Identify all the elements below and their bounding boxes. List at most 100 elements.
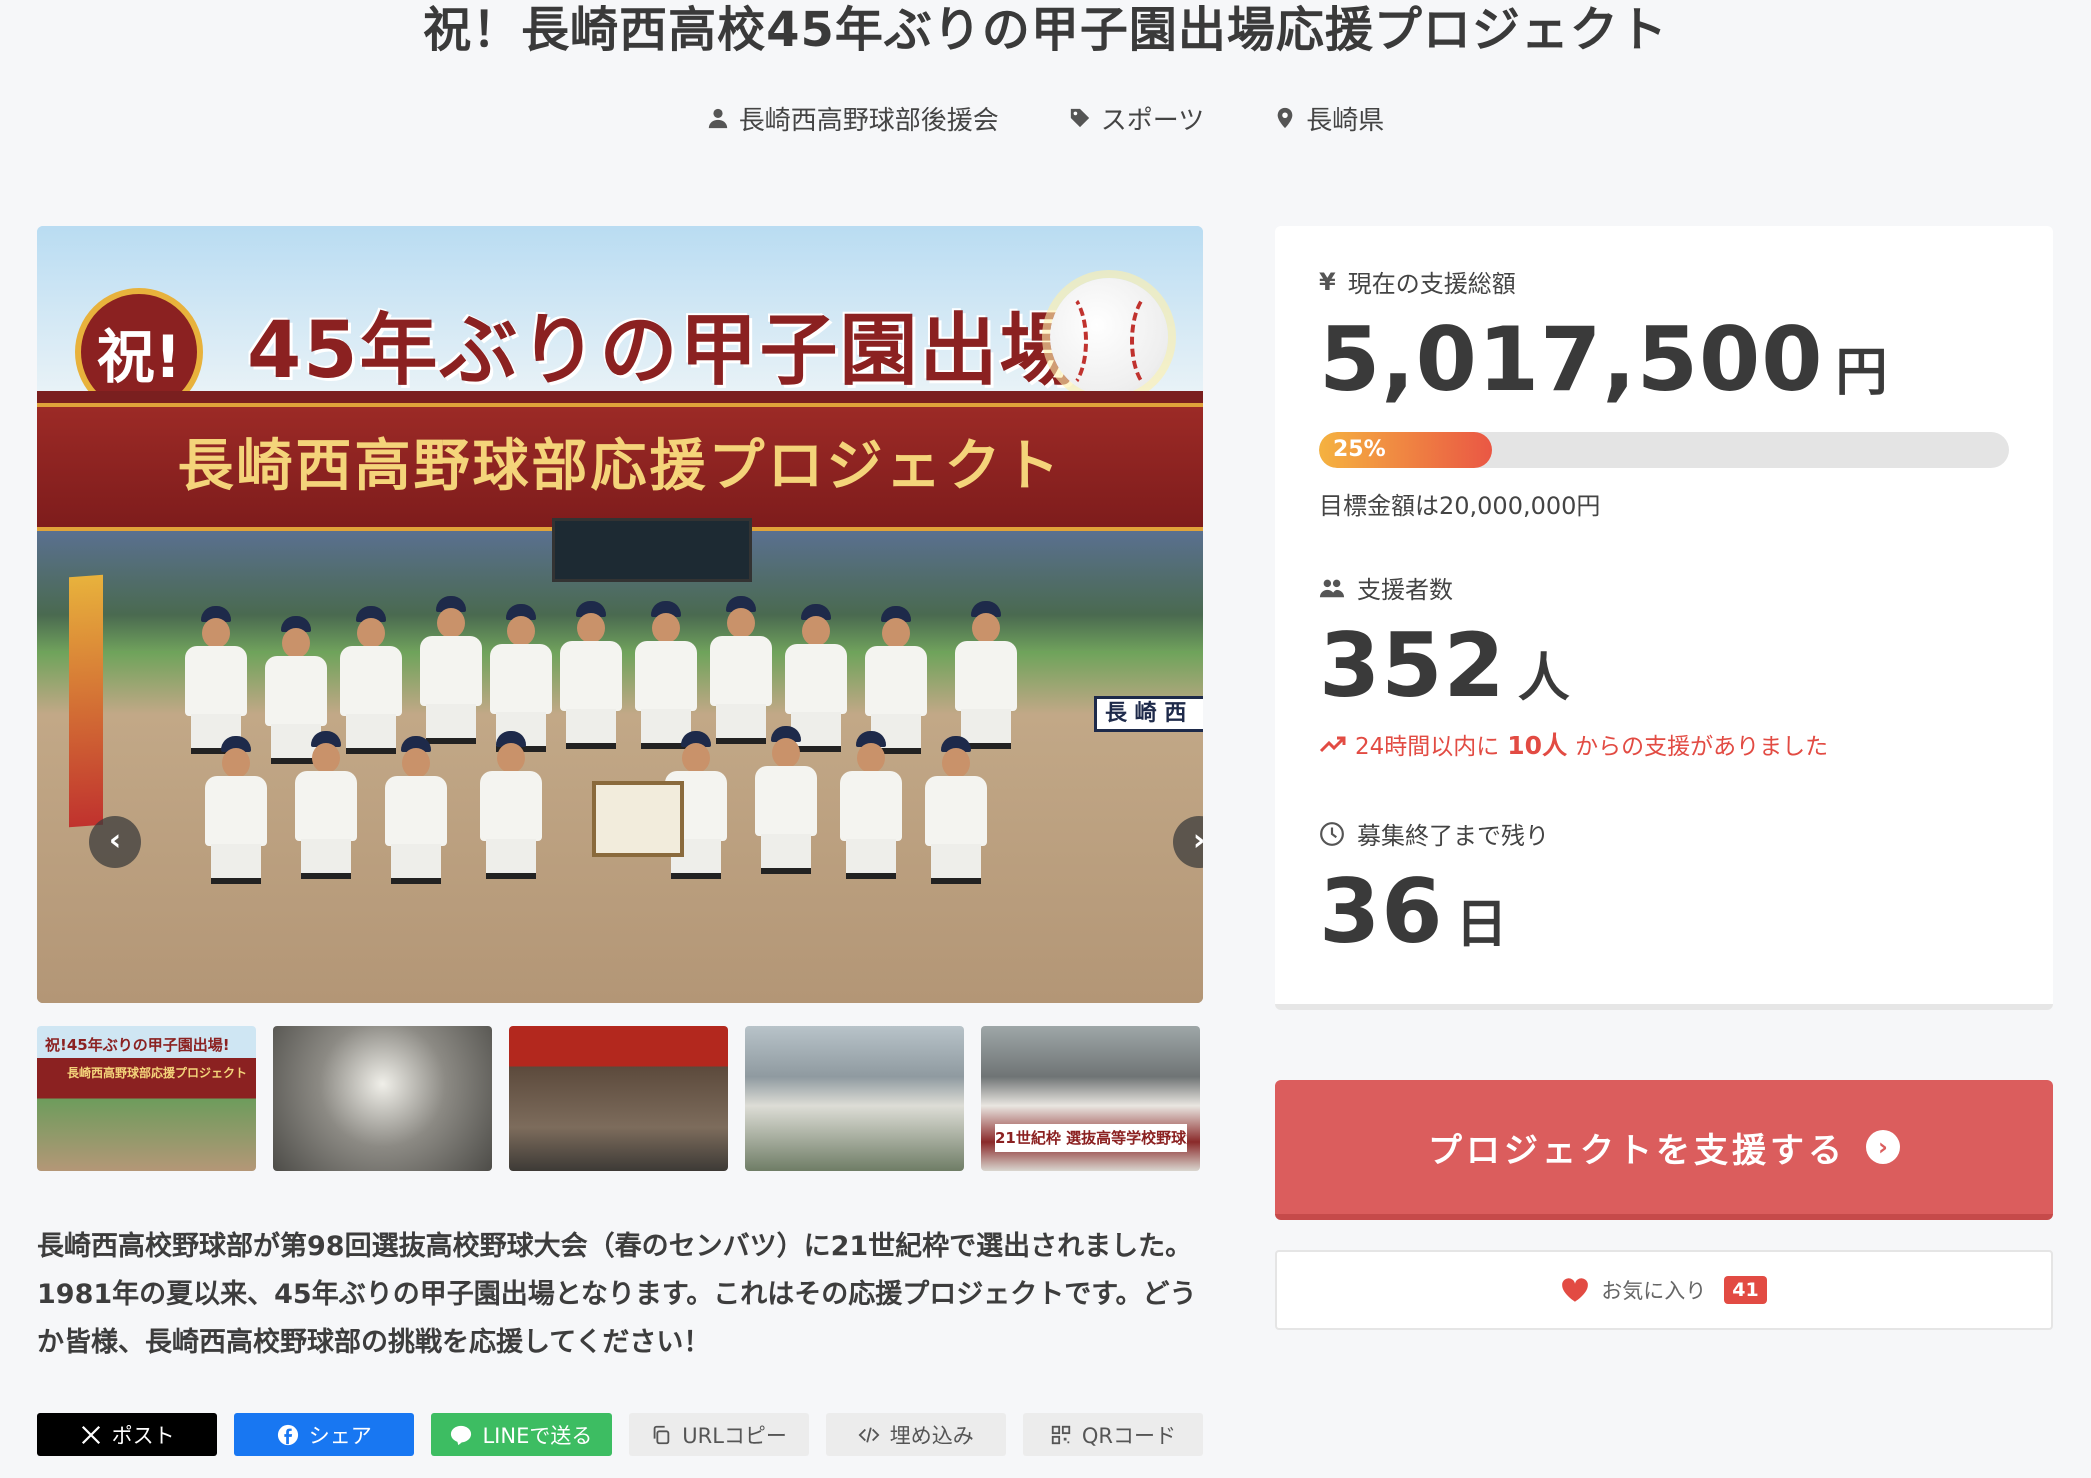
thumbnail-3[interactable] [509,1026,728,1171]
funding-stats-card: ¥ 現在の支援総額 5,017,500 円 25% 目標金額は20,000,000… [1275,226,2053,1010]
copy-icon [653,1425,670,1444]
player [702,596,780,746]
amount-unit: 円 [1835,343,1888,403]
certificate [592,781,684,857]
thumbnail-2[interactable] [273,1026,492,1171]
project-meta: 長崎西高野球部後援会 スポーツ 長崎県 [0,96,2091,140]
heart-icon [1562,1278,1589,1302]
meta-category[interactable]: スポーツ [1069,100,1204,137]
hero-band: 長崎西高野球部応援プロジェクト [37,403,1203,531]
facebook-icon [277,1424,298,1445]
goal-amount: 目標金額は20,000,000円 [1319,492,1601,520]
thumbnail-4[interactable] [745,1026,964,1171]
player [627,601,705,751]
embed-label: 埋め込み [889,1423,974,1448]
share-facebook-button[interactable]: シェア [234,1413,415,1456]
trend-suffix: からの支援がありました [1575,734,1829,760]
clock-icon [1320,821,1344,846]
meta-owner[interactable]: 長崎西高野球部後援会 [707,100,999,137]
meta-location[interactable]: 長崎県 [1274,100,1384,137]
support-project-label: プロジェクトを支援する [1428,1130,1846,1171]
embed-button[interactable]: 埋め込み [825,1413,1006,1456]
player [287,731,365,881]
player [412,596,490,746]
page-title: 祝！長崎西高校45年ぶりの甲子園出場応援プロジェクト [423,2,1668,58]
users-icon [1319,579,1345,597]
hero-image[interactable]: 祝! 45年ぶりの甲子園出場! 長崎西高野球部応援プロジェクト 長 崎 西 ‹ … [37,226,1203,1003]
pennant-flag [69,574,103,828]
arrow-right-circle-icon: › [1866,1130,1900,1164]
thumbnail-5[interactable]: 21世紀枠 選抜高等学校野球大会出場 [981,1026,1200,1171]
team-photo [137,566,1127,936]
player [177,606,255,756]
share-bar: ポスト シェア LINEで送る URLコピー 埋め込み QRコード [37,1413,1204,1456]
x-logo-icon [81,1425,100,1444]
amount-label-text: 現在の支援総額 [1347,270,1516,298]
amount-label: ¥ 現在の支援総額 [1319,264,1516,299]
supporters-value: 352 人 [1319,614,1570,717]
yen-icon: ¥ [1319,267,1336,296]
qr-code-button[interactable]: QRコード [1022,1413,1204,1456]
trend-count: 10人 [1507,731,1568,760]
player [197,736,275,886]
qr-code-icon [1051,1425,1071,1444]
thumbnail-strip: 祝!45年ぶりの甲子園出場! 長崎西高野球部応援プロジェクト 21世紀枠 選抜高… [37,1026,1203,1171]
trend-prefix: 24時間以内に [1355,734,1500,760]
support-project-button[interactable]: プロジェクトを支援する › [1275,1080,2053,1220]
tag-icon [1070,108,1089,128]
player [747,726,825,876]
share-facebook-label: シェア [308,1423,372,1448]
project-description: 長崎西高校野球部が第98回選抜高校野球大会（春のセンバツ）に21世紀枠で選出され… [37,1231,1197,1358]
supporters-unit: 人 [1517,649,1570,709]
share-x-label: ポスト [111,1423,175,1448]
hero-headline: 45年ぶりの甲子園出場! [247,306,1118,396]
player [832,731,910,881]
player [917,736,995,886]
player [947,601,1025,751]
thumbnail-caption: 21世紀枠 選抜高等学校野球大会出場 [995,1124,1187,1152]
hero-subtitle: 長崎西高野球部応援プロジェクト [177,434,1063,499]
amount-value: 5,017,500 円 [1319,308,1888,411]
player [552,601,630,751]
hero-band-top [37,391,1203,403]
thumbnail-1[interactable]: 祝!45年ぶりの甲子園出場! 長崎西高野球部応援プロジェクト [37,1026,256,1171]
share-x-button[interactable]: ポスト [37,1413,218,1456]
school-sign: 長 崎 西 [1094,696,1203,732]
share-line-label: LINEで送る [482,1423,593,1448]
progress-percent: 25% [1333,437,1386,462]
amount-number: 5,017,500 [1319,308,1824,411]
remaining-label-text: 募集終了まで残り [1357,822,1549,850]
remaining-value: 36 日 [1319,860,1507,963]
supporters-label: 支援者数 [1319,570,1453,605]
supporters-label-text: 支援者数 [1357,576,1453,604]
carousel-prev-button[interactable]: ‹ [89,816,141,868]
meta-category-label: スポーツ [1100,105,1205,136]
map-pin-icon [1277,107,1293,129]
favorite-button[interactable]: お気に入り 41 [1275,1250,2053,1330]
supporters-number: 352 [1319,614,1506,717]
user-icon [708,108,727,129]
remaining-number: 36 [1319,860,1444,963]
player [377,736,455,886]
copy-url-button[interactable]: URLコピー [628,1413,809,1456]
remaining-label: 募集終了まで残り [1319,816,1549,851]
share-line-button[interactable]: LINEで送る [431,1413,612,1456]
favorite-count-badge: 41 [1724,1276,1767,1304]
code-icon [858,1426,880,1443]
remaining-unit: 日 [1455,895,1508,955]
thumbnail-caption: 祝!45年ぶりの甲子園出場! [45,1036,230,1054]
qr-code-label: QRコード [1081,1423,1176,1448]
player [472,731,550,881]
chevron-left-icon: ‹ [108,823,122,858]
progress-fill: 25% [1319,432,1492,468]
recent-support-notice: 24時間以内に 10人 からの支援がありました [1319,726,1828,762]
meta-location-label: 長崎県 [1306,105,1385,136]
thumbnail-subcaption: 長崎西高野球部応援プロジェクト [67,1066,248,1080]
line-icon [451,1425,472,1445]
trending-up-icon [1319,736,1346,753]
chevron-right-icon: › [1193,823,1203,858]
baseball-icon [1050,278,1168,396]
favorite-label: お気に入り [1601,1279,1707,1303]
meta-owner-label: 長崎西高野球部後援会 [738,105,999,136]
copy-url-label: URLコピー [682,1423,787,1448]
